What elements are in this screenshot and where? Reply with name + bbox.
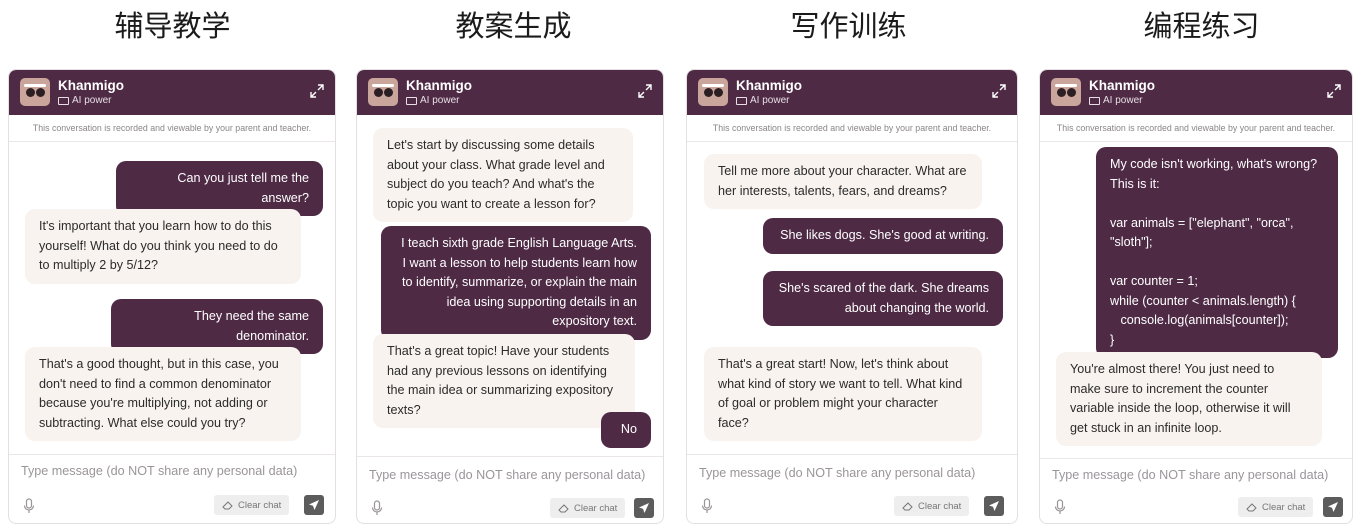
ai-message: You're almost there! You just need to ma… bbox=[1056, 352, 1322, 446]
user-message: She likes dogs. She's good at writing. bbox=[763, 218, 1003, 254]
ai-power-label: AI power bbox=[406, 95, 459, 107]
ai-power-icon bbox=[58, 97, 69, 105]
eraser-icon bbox=[1246, 503, 1257, 512]
avatar-icon bbox=[698, 78, 728, 106]
ai-power-label: AI power bbox=[736, 95, 789, 107]
eraser-icon bbox=[222, 501, 233, 510]
column-title-tutoring: 辅导教学 bbox=[114, 9, 231, 43]
ai-power-label: AI power bbox=[1089, 95, 1142, 107]
user-message: She's scared of the dark. She dreams abo… bbox=[763, 271, 1003, 326]
user-message: Can you just tell me the answer? bbox=[116, 161, 323, 216]
input-divider bbox=[357, 456, 663, 457]
clear-chat-button[interactable]: Clear chat bbox=[894, 496, 970, 516]
ai-power-icon bbox=[406, 97, 417, 105]
expand-icon[interactable] bbox=[991, 83, 1007, 99]
send-icon bbox=[639, 503, 649, 513]
user-code-message: My code isn't working, what's wrong? Thi… bbox=[1096, 147, 1338, 358]
message-input[interactable]: Type message (do NOT share any personal … bbox=[21, 464, 297, 478]
recording-notice: This conversation is recorded and viewab… bbox=[9, 115, 335, 142]
eraser-icon bbox=[558, 504, 569, 513]
mic-icon[interactable] bbox=[1054, 499, 1066, 515]
ai-power-label: AI power bbox=[58, 95, 111, 107]
expand-icon[interactable] bbox=[309, 83, 325, 99]
app-name: Khanmigo bbox=[1089, 78, 1155, 93]
send-icon bbox=[309, 500, 319, 510]
user-message: I teach sixth grade English Language Art… bbox=[381, 226, 651, 340]
mic-icon[interactable] bbox=[23, 498, 35, 514]
column-title-lesson-planning: 教案生成 bbox=[455, 9, 572, 43]
chat-panel-tutoring: Khanmigo AI power This conversation is r… bbox=[8, 69, 336, 524]
chat-panel-coding-practice: Khanmigo AI power This conversation is r… bbox=[1039, 69, 1353, 524]
ai-message: That's a good thought, but in this case,… bbox=[25, 347, 301, 441]
input-divider bbox=[1040, 458, 1352, 459]
message-input[interactable]: Type message (do NOT share any personal … bbox=[1052, 468, 1328, 482]
ai-message: It's important that you learn how to do … bbox=[25, 209, 301, 284]
app-name: Khanmigo bbox=[58, 78, 124, 93]
clear-chat-button[interactable]: Clear chat bbox=[550, 498, 626, 518]
chat-header: Khanmigo AI power bbox=[9, 70, 335, 115]
chat-header: Khanmigo AI power bbox=[687, 70, 1017, 115]
clear-chat-button[interactable]: Clear chat bbox=[1238, 497, 1314, 517]
message-input[interactable]: Type message (do NOT share any personal … bbox=[369, 468, 645, 482]
send-icon bbox=[989, 501, 999, 511]
mic-icon[interactable] bbox=[371, 500, 383, 516]
expand-icon[interactable] bbox=[637, 83, 653, 99]
ai-message: That's a great start! Now, let's think a… bbox=[704, 347, 982, 441]
chat-header: Khanmigo AI power bbox=[1040, 70, 1352, 115]
expand-icon[interactable] bbox=[1326, 83, 1342, 99]
input-divider bbox=[687, 454, 1017, 455]
ai-message: Let's start by discussing some details a… bbox=[373, 128, 633, 222]
user-message: They need the same denominator. bbox=[111, 299, 323, 354]
chat-panel-lesson-planning: Khanmigo AI power Let's start by discuss… bbox=[356, 69, 664, 524]
user-message: No bbox=[601, 412, 651, 448]
recording-notice: This conversation is recorded and viewab… bbox=[1040, 115, 1352, 142]
eraser-icon bbox=[902, 502, 913, 511]
ai-message: Tell me more about your character. What … bbox=[704, 154, 982, 209]
column-title-writing-practice: 写作训练 bbox=[790, 9, 907, 43]
ai-power-icon bbox=[1089, 97, 1100, 105]
chat-panel-writing-practice: Khanmigo AI power This conversation is r… bbox=[686, 69, 1018, 524]
chat-header: Khanmigo AI power bbox=[357, 70, 663, 115]
avatar-icon bbox=[368, 78, 398, 106]
ai-power-icon bbox=[736, 97, 747, 105]
avatar-icon bbox=[20, 78, 50, 106]
message-input[interactable]: Type message (do NOT share any personal … bbox=[699, 466, 975, 480]
clear-chat-button[interactable]: Clear chat bbox=[214, 495, 290, 515]
app-name: Khanmigo bbox=[736, 78, 802, 93]
input-divider bbox=[9, 454, 335, 455]
avatar-icon bbox=[1051, 78, 1081, 106]
mic-icon[interactable] bbox=[701, 498, 713, 514]
recording-notice: This conversation is recorded and viewab… bbox=[687, 115, 1017, 142]
send-button[interactable] bbox=[304, 495, 324, 515]
column-title-coding-practice: 编程练习 bbox=[1143, 9, 1260, 43]
send-button[interactable] bbox=[984, 496, 1004, 516]
send-icon bbox=[1328, 502, 1338, 512]
ai-message: That's a great topic! Have your students… bbox=[373, 334, 635, 428]
send-button[interactable] bbox=[1323, 497, 1343, 517]
app-name: Khanmigo bbox=[406, 78, 472, 93]
send-button[interactable] bbox=[634, 498, 654, 518]
